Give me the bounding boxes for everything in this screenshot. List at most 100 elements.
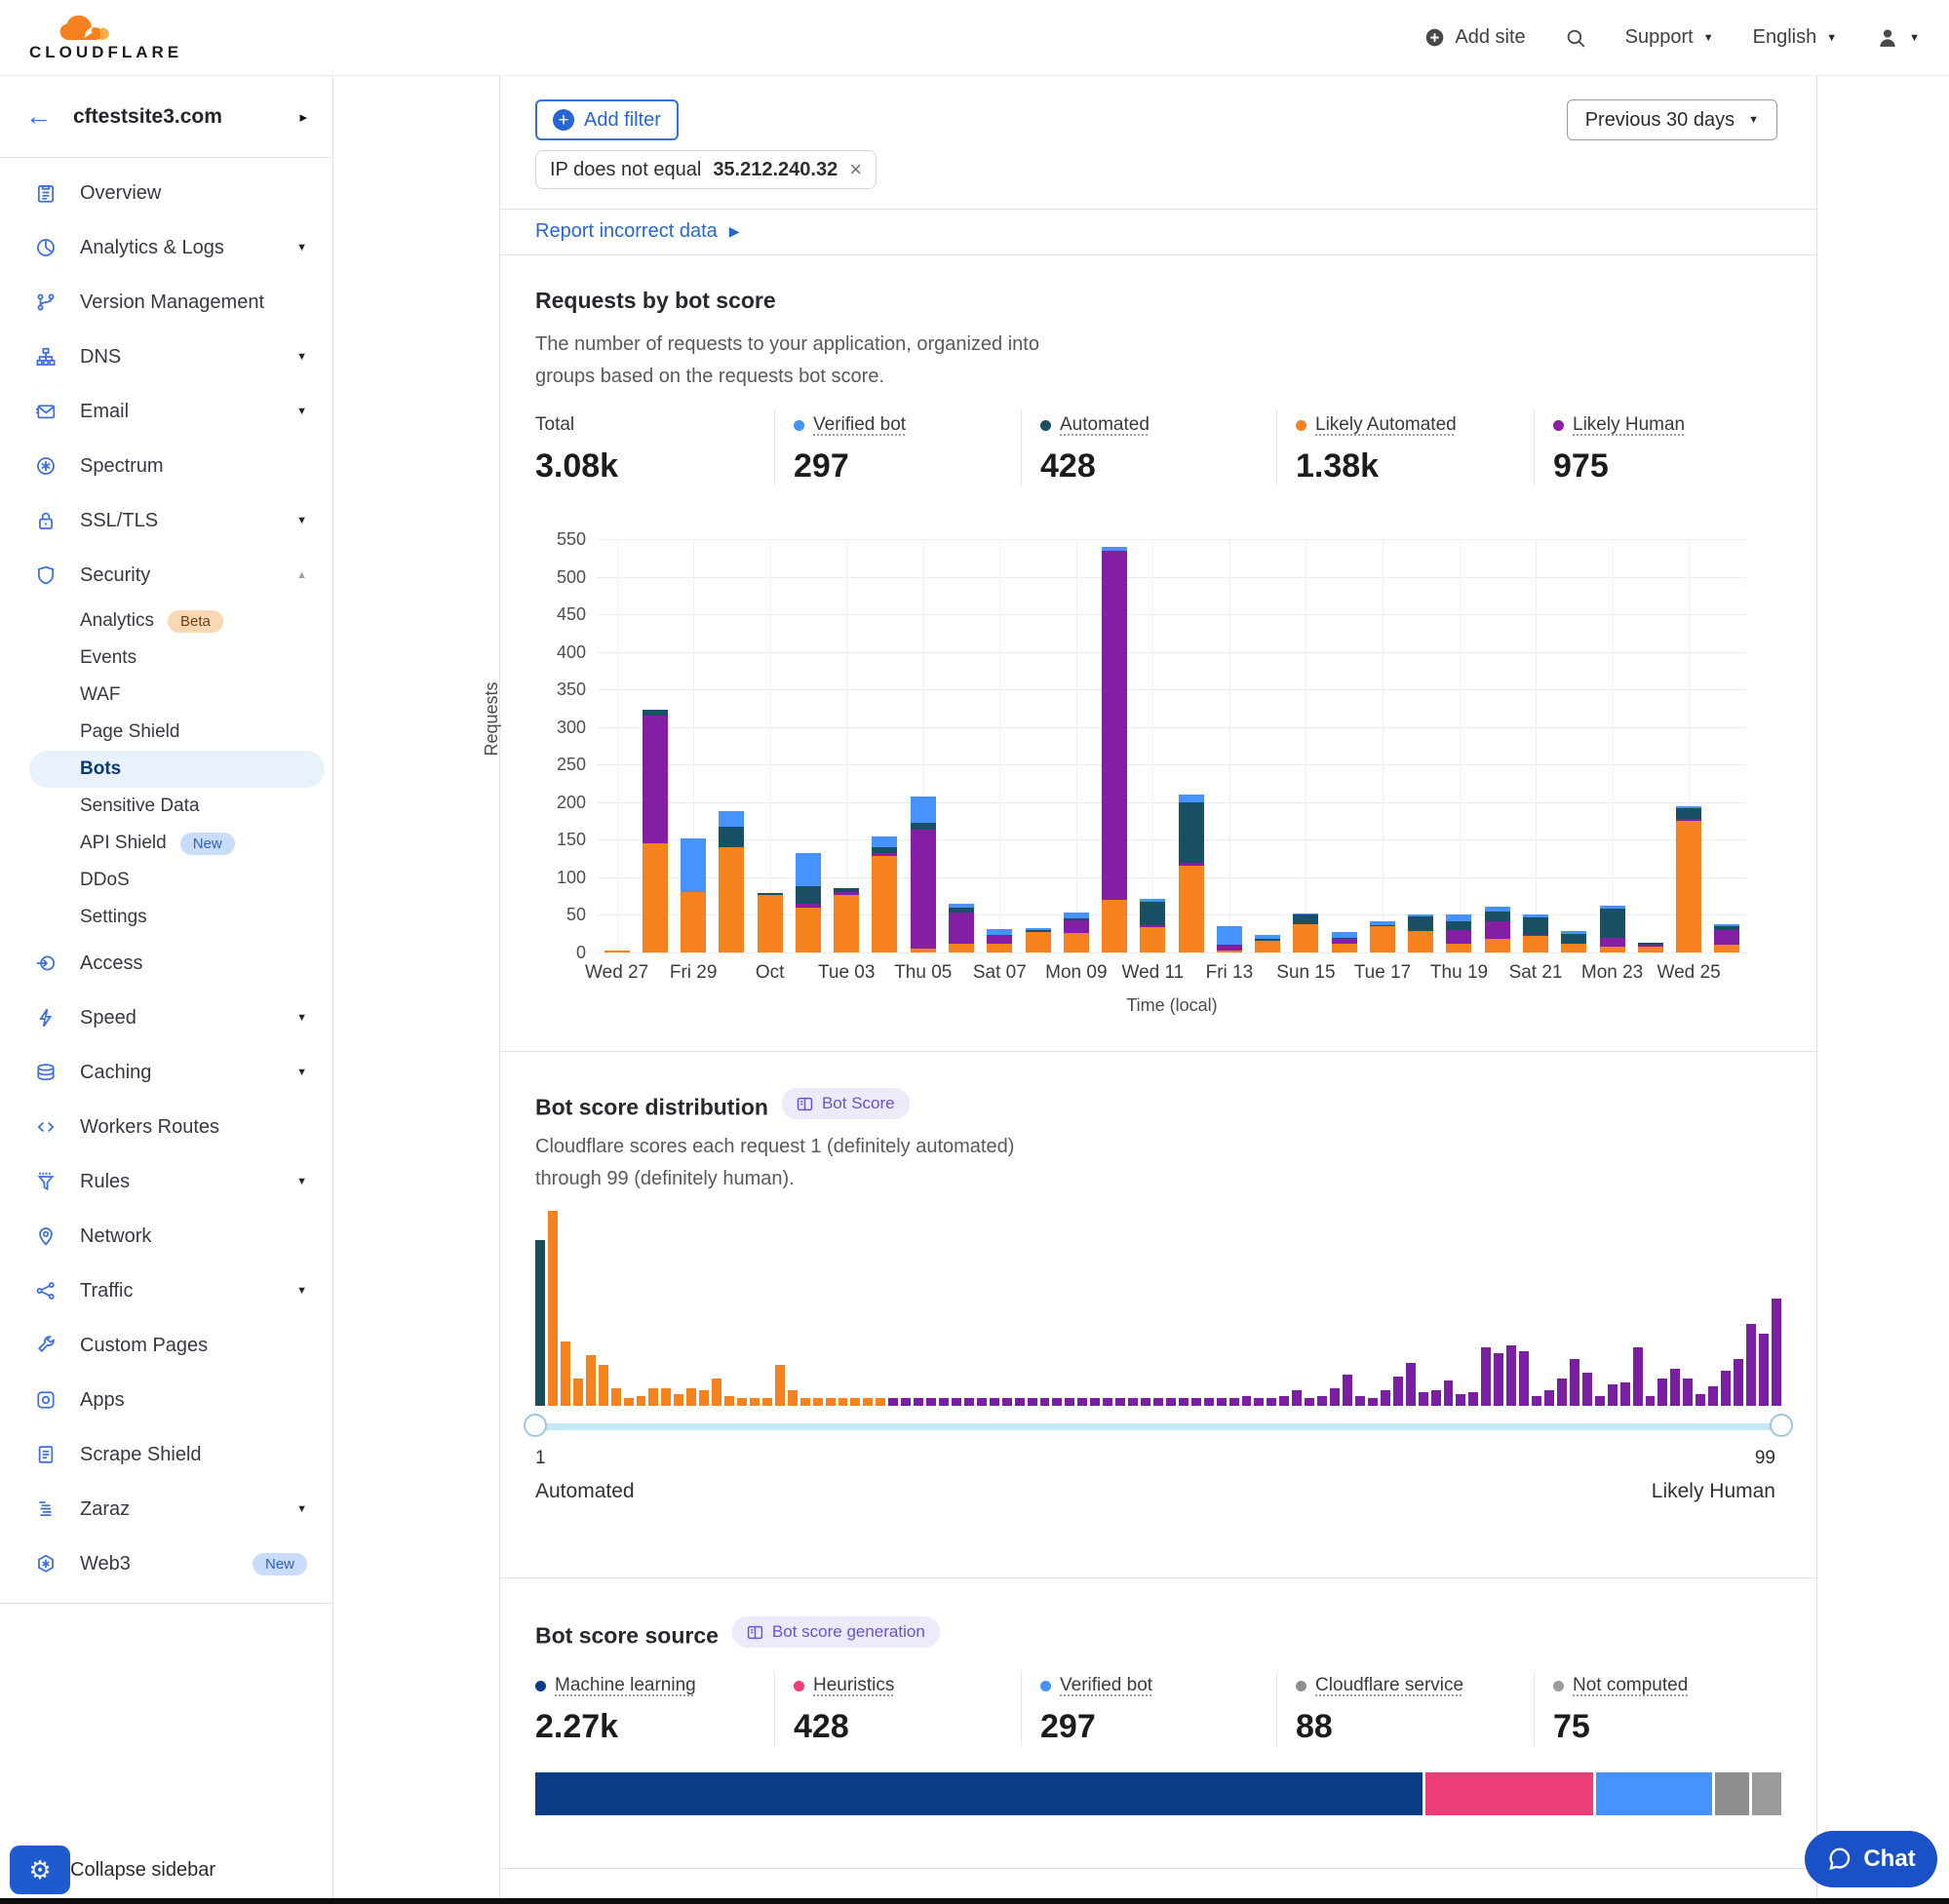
histogram-bar-score-30[interactable] bbox=[901, 1398, 911, 1406]
histogram-bar-score-84[interactable] bbox=[1582, 1373, 1592, 1406]
histogram-bar-score-83[interactable] bbox=[1570, 1359, 1579, 1406]
histogram-bar-score-3[interactable] bbox=[561, 1341, 570, 1406]
histogram-bar-score-68[interactable] bbox=[1381, 1390, 1390, 1406]
sidebar-item-spectrum[interactable]: Spectrum bbox=[0, 439, 332, 493]
histogram-bar-score-13[interactable] bbox=[686, 1388, 696, 1406]
histogram-bar-score-21[interactable] bbox=[788, 1390, 798, 1406]
histogram-bar-score-79[interactable] bbox=[1519, 1351, 1529, 1406]
bar-mon-16[interactable] bbox=[1325, 539, 1363, 952]
bot-score-doc-badge[interactable]: Bot Score bbox=[782, 1088, 910, 1119]
language-menu[interactable]: English ▼ bbox=[1753, 26, 1838, 49]
histogram-bar-score-38[interactable] bbox=[1002, 1398, 1012, 1406]
histogram-bar-score-61[interactable] bbox=[1292, 1390, 1302, 1406]
histogram-bar-score-87[interactable] bbox=[1620, 1382, 1630, 1406]
histogram-bar-score-47[interactable] bbox=[1115, 1398, 1125, 1406]
sidebar-subitem-events[interactable]: Events bbox=[0, 640, 332, 677]
histogram-bar-score-16[interactable] bbox=[724, 1396, 734, 1406]
bar-wed-27[interactable] bbox=[598, 539, 636, 952]
histogram-bar-score-67[interactable] bbox=[1368, 1398, 1378, 1406]
source-segment-heuristics[interactable] bbox=[1425, 1772, 1593, 1815]
bar-wed-04[interactable] bbox=[866, 539, 904, 952]
bar-tue-17[interactable] bbox=[1363, 539, 1401, 952]
histogram-bar-score-1[interactable] bbox=[535, 1240, 545, 1406]
histogram-bar-score-73[interactable] bbox=[1444, 1380, 1454, 1406]
bot-score-generation-doc-badge[interactable]: Bot score generation bbox=[732, 1616, 940, 1648]
sidebar-item-analytics-logs[interactable]: Analytics & Logs▼ bbox=[0, 220, 332, 275]
histogram-bar-score-25[interactable] bbox=[838, 1398, 848, 1406]
sidebar-subitem-bots[interactable]: Bots bbox=[29, 751, 325, 788]
histogram-bar-score-18[interactable] bbox=[750, 1398, 760, 1406]
histogram-bar-score-27[interactable] bbox=[863, 1398, 873, 1406]
histogram-bar-score-35[interactable] bbox=[964, 1398, 974, 1406]
histogram-bar-score-88[interactable] bbox=[1633, 1347, 1643, 1406]
bar-mon-09[interactable] bbox=[1057, 539, 1095, 952]
sidebar-item-zaraz[interactable]: Zaraz▼ bbox=[0, 1482, 332, 1536]
histogram-bar-score-36[interactable] bbox=[977, 1398, 987, 1406]
histogram-bar-score-20[interactable] bbox=[775, 1365, 785, 1406]
histogram-bar-score-43[interactable] bbox=[1065, 1398, 1074, 1406]
bar-mon-02[interactable] bbox=[789, 539, 827, 952]
slider-handle-min[interactable] bbox=[524, 1414, 547, 1437]
histogram-bar-score-2[interactable] bbox=[548, 1211, 558, 1406]
histogram-bar-score-39[interactable] bbox=[1015, 1398, 1025, 1406]
histogram-bar-score-66[interactable] bbox=[1355, 1396, 1365, 1406]
histogram-bar-score-80[interactable] bbox=[1532, 1396, 1541, 1406]
histogram-bar-score-54[interactable] bbox=[1204, 1398, 1214, 1406]
bar-thu-26[interactable] bbox=[1708, 539, 1746, 952]
collapse-sidebar-row[interactable]: ⚙ Collapse sidebar bbox=[10, 1846, 215, 1894]
bar-sun-15[interactable] bbox=[1287, 539, 1325, 952]
histogram-bar-score-62[interactable] bbox=[1305, 1398, 1314, 1406]
source-segment-machine-learning[interactable] bbox=[535, 1772, 1423, 1815]
histogram-bar-score-86[interactable] bbox=[1608, 1384, 1618, 1406]
report-incorrect-data-link[interactable]: Report incorrect data bbox=[535, 220, 718, 243]
histogram-bar-score-17[interactable] bbox=[737, 1398, 747, 1406]
histogram-bar-score-6[interactable] bbox=[599, 1365, 608, 1406]
histogram-bar-score-96[interactable] bbox=[1734, 1359, 1743, 1406]
histogram-bar-score-94[interactable] bbox=[1708, 1386, 1718, 1406]
histogram-bar-score-53[interactable] bbox=[1191, 1398, 1201, 1406]
bar-sun-01[interactable] bbox=[751, 539, 789, 952]
sidebar-subitem-analytics[interactable]: AnalyticsBeta bbox=[0, 602, 332, 640]
sidebar-subitem-settings[interactable]: Settings bbox=[0, 899, 332, 936]
histogram-bar-score-57[interactable] bbox=[1242, 1396, 1252, 1406]
histogram-bar-score-65[interactable] bbox=[1343, 1375, 1352, 1406]
bar-sat-30[interactable] bbox=[713, 539, 751, 952]
sidebar-item-speed[interactable]: Speed▼ bbox=[0, 991, 332, 1045]
histogram-bar-score-12[interactable] bbox=[674, 1394, 683, 1406]
histogram-bar-score-85[interactable] bbox=[1595, 1396, 1605, 1406]
sidebar-item-rules[interactable]: Rules▼ bbox=[0, 1154, 332, 1209]
remove-filter-icon[interactable]: × bbox=[849, 159, 862, 180]
bar-fri-20[interactable] bbox=[1478, 539, 1516, 952]
histogram-bar-score-28[interactable] bbox=[876, 1398, 885, 1406]
sidebar-subitem-sensitive-data[interactable]: Sensitive Data bbox=[0, 788, 332, 825]
histogram-bar-score-33[interactable] bbox=[939, 1398, 949, 1406]
sidebar-item-apps[interactable]: Apps bbox=[0, 1373, 332, 1427]
bar-tue-10[interactable] bbox=[1095, 539, 1133, 952]
histogram-bar-score-59[interactable] bbox=[1267, 1398, 1276, 1406]
support-menu[interactable]: Support ▼ bbox=[1625, 26, 1714, 49]
sidebar-subitem-page-shield[interactable]: Page Shield bbox=[0, 714, 332, 751]
histogram-bar-score-24[interactable] bbox=[826, 1398, 836, 1406]
bar-thu-28[interactable] bbox=[636, 539, 674, 952]
bar-sun-22[interactable] bbox=[1555, 539, 1593, 952]
bar-sat-21[interactable] bbox=[1516, 539, 1554, 952]
histogram-bar-score-44[interactable] bbox=[1077, 1398, 1087, 1406]
sidebar-subitem-ddos[interactable]: DDoS bbox=[0, 862, 332, 899]
sidebar-item-workers-routes[interactable]: Workers Routes bbox=[0, 1100, 332, 1154]
bar-tue-24[interactable] bbox=[1631, 539, 1669, 952]
histogram-bar-score-34[interactable] bbox=[952, 1398, 961, 1406]
sidebar-item-web3[interactable]: Web3New bbox=[0, 1536, 332, 1591]
settings-gear-button[interactable]: ⚙ bbox=[10, 1846, 70, 1894]
histogram-bar-score-52[interactable] bbox=[1179, 1398, 1189, 1406]
histogram-bar-score-91[interactable] bbox=[1670, 1369, 1680, 1406]
site-selector[interactable]: ← cftestsite3.com ▸ bbox=[0, 76, 332, 158]
histogram-bar-score-29[interactable] bbox=[888, 1398, 898, 1406]
histogram-bar-score-78[interactable] bbox=[1506, 1345, 1516, 1406]
add-site-button[interactable]: Add site bbox=[1424, 26, 1525, 49]
sidebar-item-ssl-tls[interactable]: SSL/TLS▼ bbox=[0, 493, 332, 548]
histogram-bar-score-5[interactable] bbox=[586, 1355, 596, 1406]
histogram-bar-score-55[interactable] bbox=[1217, 1398, 1227, 1406]
histogram-bar-score-22[interactable] bbox=[800, 1398, 810, 1406]
histogram-bar-score-42[interactable] bbox=[1052, 1398, 1062, 1406]
histogram-bar-score-48[interactable] bbox=[1128, 1398, 1138, 1406]
